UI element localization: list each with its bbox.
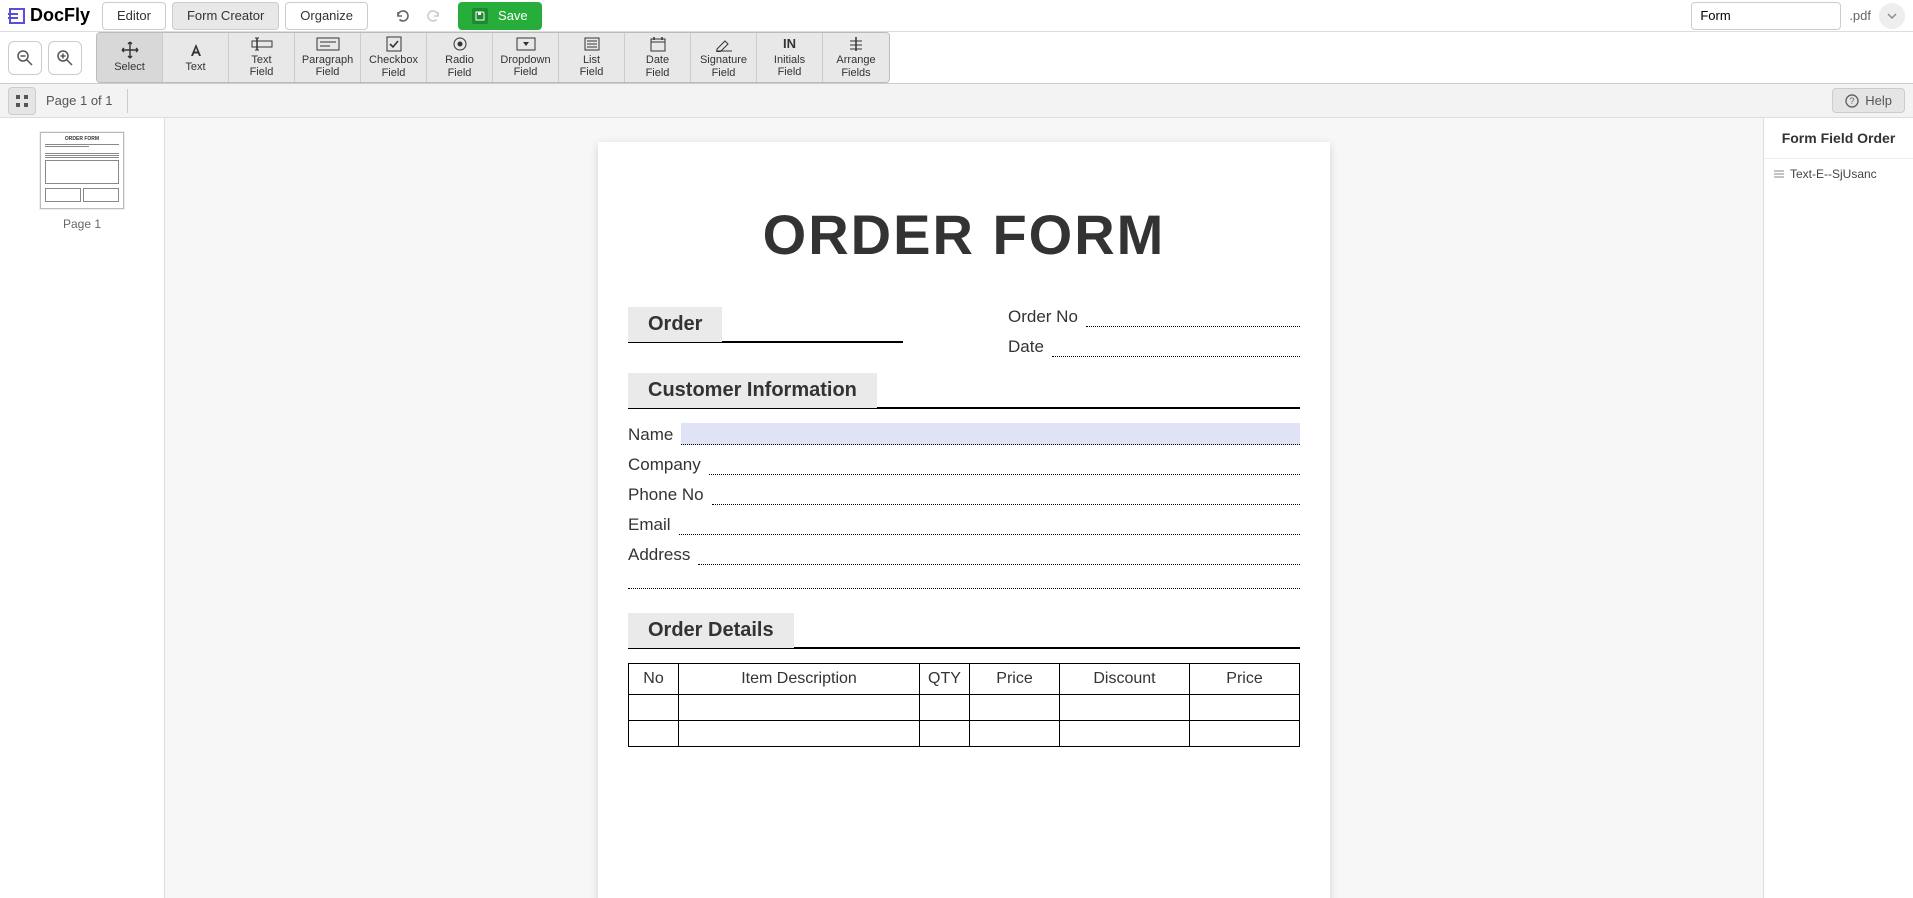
radio-icon <box>452 36 468 52</box>
label-order-no: Order No <box>1008 307 1078 327</box>
text-icon <box>188 41 204 59</box>
page-indicator: Page 1 of 1 <box>46 93 113 108</box>
field-email[interactable] <box>679 521 1300 535</box>
signature-icon <box>715 36 733 52</box>
help-button[interactable]: ? Help <box>1832 88 1905 113</box>
label-company: Company <box>628 455 701 475</box>
tool-checkbox-field[interactable]: CheckboxField <box>361 33 427 82</box>
tool-select[interactable]: Select <box>97 33 163 82</box>
tool-text-field[interactable]: TextField <box>229 33 295 82</box>
drag-handle-icon <box>1774 169 1784 179</box>
tool-signature-field[interactable]: SignatureField <box>691 33 757 82</box>
tab-form-creator[interactable]: Form Creator <box>172 2 279 30</box>
tool-arrange-fields[interactable]: ArrangeFields <box>823 33 889 82</box>
doc-title: ORDER FORM <box>628 202 1300 267</box>
grid-icon <box>15 94 29 108</box>
page-thumbnail-1[interactable]: ORDER FORM <box>40 132 124 209</box>
field-phone[interactable] <box>712 491 1300 505</box>
order-details-table: No Item Description QTY Price Discount P… <box>628 663 1300 747</box>
chevron-down-icon <box>1887 13 1897 19</box>
calendar-icon <box>650 36 666 52</box>
section-details: Order Details <box>628 613 794 648</box>
list-icon <box>584 37 600 52</box>
label-phone: Phone No <box>628 485 704 505</box>
tool-text[interactable]: Text <box>163 33 229 82</box>
save-icon <box>472 8 488 24</box>
col-discount: Discount <box>1060 664 1190 695</box>
label-email: Email <box>628 515 671 535</box>
arrange-icon <box>848 36 864 52</box>
field-company[interactable] <box>709 461 1300 475</box>
thumbnail-label: Page 1 <box>63 217 101 231</box>
label-address: Address <box>628 545 690 565</box>
filename-input[interactable] <box>1691 2 1841 30</box>
text-field-name[interactable] <box>681 423 1300 445</box>
brand-text: DocFly <box>30 5 90 26</box>
tool-radio-field[interactable]: RadioField <box>427 33 493 82</box>
zoom-out-button[interactable] <box>8 41 42 75</box>
field-address-2[interactable] <box>628 575 1300 589</box>
save-label: Save <box>498 8 528 23</box>
svg-text:?: ? <box>1850 96 1855 106</box>
canvas[interactable]: ORDER FORM Order Order No Date Customer … <box>165 118 1763 898</box>
tool-paragraph-field[interactable]: ParagraphField <box>295 33 361 82</box>
field-date[interactable] <box>1052 343 1300 357</box>
field-order-item[interactable]: Text-E--SjUsanc <box>1764 159 1913 189</box>
tool-dropdown-field[interactable]: DropdownField <box>493 33 559 82</box>
zoom-in-icon <box>56 49 74 67</box>
save-button[interactable]: Save <box>458 2 542 30</box>
col-desc: Item Description <box>679 664 920 695</box>
col-no: No <box>629 664 679 695</box>
initials-icon: IN <box>783 37 796 52</box>
right-panel-title: Form Field Order <box>1764 118 1913 159</box>
col-qty: QTY <box>920 664 970 695</box>
file-extension: .pdf <box>1849 8 1871 23</box>
dropdown-icon <box>516 37 536 52</box>
section-customer: Customer Information <box>628 373 877 408</box>
document-page[interactable]: ORDER FORM Order Order No Date Customer … <box>598 142 1330 898</box>
zoom-in-button[interactable] <box>48 41 82 75</box>
section-order: Order <box>628 307 722 342</box>
text-field-icon <box>251 37 273 52</box>
tool-list-field[interactable]: ListField <box>559 33 625 82</box>
app-logo: DocFly <box>8 5 90 26</box>
zoom-out-icon <box>16 49 34 67</box>
help-icon: ? <box>1845 94 1859 108</box>
checkbox-icon <box>386 36 402 52</box>
field-address[interactable] <box>698 551 1300 565</box>
file-menu-caret[interactable] <box>1879 3 1905 29</box>
undo-button[interactable] <box>388 2 416 30</box>
table-row[interactable] <box>629 721 1300 747</box>
move-icon <box>121 41 139 59</box>
table-row[interactable] <box>629 695 1300 721</box>
col-price: Price <box>970 664 1060 695</box>
paragraph-field-icon <box>316 37 340 52</box>
col-price2: Price <box>1190 664 1300 695</box>
label-name: Name <box>628 425 673 445</box>
tool-initials-field[interactable]: IN InitialsField <box>757 33 823 82</box>
tab-organize[interactable]: Organize <box>285 2 368 30</box>
redo-button[interactable] <box>420 2 448 30</box>
field-order-no[interactable] <box>1086 313 1300 327</box>
tool-date-field[interactable]: DateField <box>625 33 691 82</box>
thumbnails-toggle[interactable] <box>8 87 36 115</box>
label-date: Date <box>1008 337 1044 357</box>
tab-editor[interactable]: Editor <box>102 2 166 30</box>
